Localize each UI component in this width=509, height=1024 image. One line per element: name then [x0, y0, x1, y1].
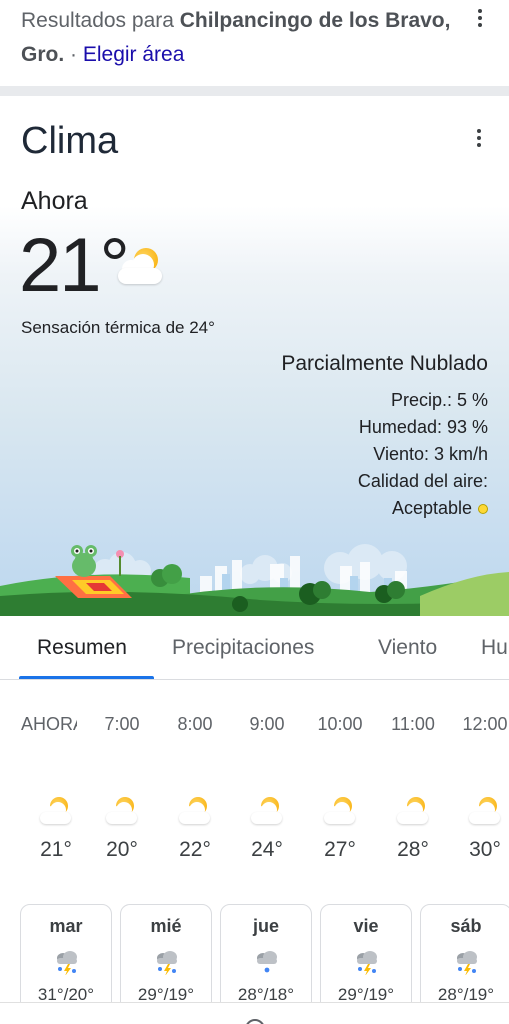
tab-humedad[interactable]: Hu [481, 636, 508, 660]
partly-cloudy-icon [179, 796, 211, 826]
tab-viento[interactable]: Viento [378, 636, 437, 660]
frog-icon [71, 545, 97, 577]
active-tab-indicator [19, 676, 154, 679]
hourly-time: 8:00 [177, 714, 213, 734]
hourly-temp: 22° [179, 838, 211, 861]
tab-precipitaciones[interactable]: Precipitaciones [172, 636, 314, 660]
hourly-temp: 27° [324, 838, 356, 861]
results-separator: · [64, 43, 83, 66]
day-name: mar [49, 916, 83, 936]
thunderstorm-icon [353, 947, 381, 976]
humidity-text: Humedad: 93 % [358, 417, 488, 437]
home-icon[interactable] [245, 1019, 265, 1024]
hourly-temp: 24° [251, 838, 283, 861]
hourly-temp: 20° [106, 838, 138, 861]
thunderstorm-icon [453, 947, 481, 976]
air-quality-value: Aceptable [391, 498, 472, 518]
partly-cloudy-icon [469, 796, 501, 826]
now-label: Ahora [21, 187, 88, 215]
results-header: Resultados para Chilpancingo de los Brav… [0, 0, 509, 86]
air-quality-dot-icon [478, 504, 488, 515]
partly-cloudy-icon [40, 796, 72, 826]
current-temperature: 21° [19, 223, 130, 308]
partly-cloudy-icon [324, 796, 356, 826]
partly-cloudy-icon [251, 796, 283, 826]
weather-title: Clima [21, 120, 119, 162]
weather-card: Clima Ahora 21° Sensación térmica de 24°… [0, 96, 509, 616]
bottom-navigation [0, 1002, 509, 1024]
results-location-text: Resultados para Chilpancingo de los Brav… [21, 4, 451, 72]
divider [0, 86, 509, 96]
weather-illustration [0, 544, 509, 616]
feels-like: Sensación térmica de 24° [21, 318, 215, 337]
hourly-time: 10:00 [317, 714, 363, 734]
tab-resumen[interactable]: Resumen [37, 636, 127, 660]
day-name: vie [353, 916, 379, 936]
air-quality-label: Calidad del aire: [357, 471, 488, 491]
thunderstorm-icon [53, 947, 81, 976]
condition-text: Parcialmente Nublado [281, 352, 488, 375]
thunderstorm-icon [153, 947, 181, 976]
partly-cloudy-icon [397, 796, 429, 826]
hourly-temp: 21° [40, 838, 72, 861]
hourly-time: 7:00 [104, 714, 140, 734]
day-name: jue [252, 916, 279, 936]
hourly-temp: 28° [397, 838, 429, 861]
rain-cloud-icon [253, 947, 281, 975]
more-options-icon[interactable] [468, 6, 492, 30]
precipitation-text: Precip.: 5 % [390, 390, 488, 410]
partly-cloudy-icon [118, 246, 164, 286]
hourly-time: AHORA [21, 714, 77, 734]
day-name: mié [150, 916, 182, 936]
hourly-time: 9:00 [249, 714, 285, 734]
hourly-temp: 30° [469, 838, 501, 861]
hourly-time: 11:00 [391, 714, 435, 734]
hourly-time: 12:00 [462, 714, 508, 734]
change-area-link[interactable]: Elegir área [83, 43, 185, 66]
wind-text: Viento: 3 km/h [373, 444, 488, 464]
partly-cloudy-icon [106, 796, 138, 826]
weather-more-options-icon[interactable] [467, 126, 491, 150]
day-name: sáb [450, 916, 482, 936]
weather-tabs: Resumen Precipitaciones Viento Hu [0, 616, 509, 680]
results-prefix: Resultados para [21, 9, 180, 32]
